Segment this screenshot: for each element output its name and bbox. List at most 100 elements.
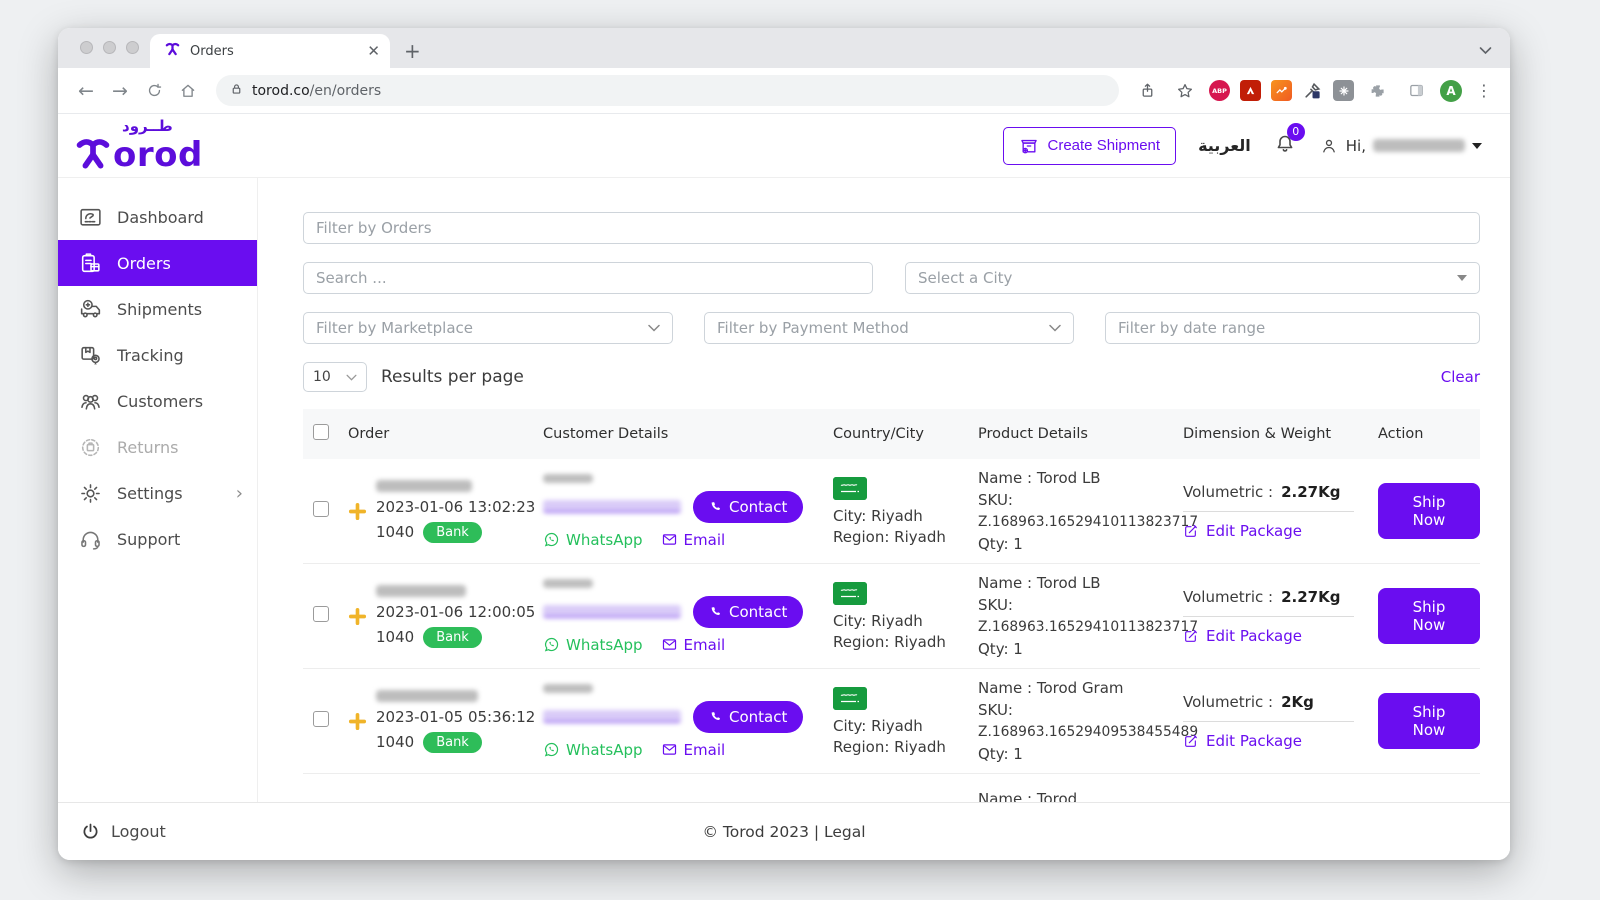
window-minimize-button[interactable] [103,41,116,54]
new-tab-button[interactable]: + [404,39,421,63]
filter-orders-input[interactable] [303,212,1480,244]
edit-pencil-icon [1185,629,1197,642]
share-icon[interactable] [1133,77,1161,105]
colorpicker-extension-icon[interactable] [1302,80,1323,101]
clear-filters-link[interactable]: Clear [1441,368,1480,386]
marketplace-select[interactable]: Filter by Marketplace [303,312,673,344]
bookmark-star-icon[interactable] [1171,77,1199,105]
results-per-page-select[interactable]: 10 [303,362,367,392]
ship-now-button[interactable]: Ship Now [1378,693,1480,749]
sidebar-item-tracking[interactable]: Tracking [58,332,257,378]
tab-list-chevron-icon[interactable] [1479,40,1492,59]
reload-button[interactable] [140,77,168,105]
search-input[interactable] [303,262,873,294]
edit-pencil-icon [1185,734,1197,747]
notifications-button[interactable]: 0 [1273,122,1305,160]
product-qty: Qty: 1 [978,639,1023,658]
envelope-icon [662,744,676,755]
redacted-order-number [376,584,466,597]
logo-word: orod [113,135,203,175]
row-checkbox[interactable] [313,501,329,517]
browser-tab[interactable]: Orders ✕ [150,34,390,68]
browser-tab-strip: Orders ✕ + [58,28,1510,68]
whatsapp-link[interactable]: WhatsApp [543,741,643,759]
edit-package-link[interactable]: Edit Package [1183,522,1354,540]
date-range-input[interactable] [1105,312,1480,344]
redacted-username [1373,139,1465,152]
email-link[interactable]: Email [661,531,725,549]
email-link[interactable]: Email [661,740,726,759]
sidebar-item-support[interactable]: Support [58,516,257,562]
sidepanel-icon[interactable] [1402,77,1430,105]
sidebar-item-returns[interactable]: Returns [58,424,257,470]
forward-button[interactable]: → [106,77,134,105]
logout-button[interactable]: Logout [58,821,258,842]
browser-toolbar: ← → torod.co/en/orders ABP A ⋮ [58,68,1510,114]
pdf-extension-icon[interactable] [1240,80,1261,101]
ship-now-button[interactable]: Ship Now [1378,588,1480,644]
product-name: Name : Torod LB [978,468,1101,487]
home-button[interactable] [174,77,202,105]
whatsapp-link[interactable]: WhatsApp [543,636,643,654]
edit-package-link[interactable]: Edit Package [1183,732,1354,750]
select-all-checkbox[interactable] [313,424,329,440]
tab-title: Orders [190,43,234,59]
product-sku: Z.168963.16529409538455489 [978,723,1199,740]
col-header-customer: Customer Details [543,426,669,442]
adblock-extension-icon[interactable]: ABP [1209,80,1230,101]
browser-menu-icon[interactable]: ⋮ [1472,81,1496,100]
window-maximize-button[interactable] [126,41,139,54]
headset-icon [81,531,100,550]
torod-logo[interactable]: طــرود orod [70,119,203,172]
create-shipment-button[interactable]: Create Shipment [1002,126,1177,165]
chevron-right-icon: › [235,482,243,504]
tab-close-icon[interactable]: ✕ [367,42,380,60]
contact-label: Contact [729,497,788,516]
window-close-button[interactable] [80,41,93,54]
edit-pencil-icon [1185,524,1197,537]
volumetric-label: Volumetric : [1183,587,1274,606]
torod-logo-mark-icon [76,139,110,169]
edit-package-link[interactable]: Edit Package [1183,627,1354,645]
product-qty: Qty: 1 [978,744,1023,763]
chart-extension-icon[interactable] [1271,80,1292,101]
email-label: Email [683,740,726,759]
table-row: 2023-01-06 12:00:05 1040 Bank Contact Wh… [303,564,1480,669]
sidebar-item-dashboard[interactable]: Dashboard [58,194,257,240]
app-footer: © Torod 2023 | Legal Logout [58,802,1510,860]
extensions-puzzle-icon[interactable] [1364,77,1392,105]
saudi-flag-icon [833,476,867,500]
order-city: City: Riyadh [833,506,923,525]
create-shipment-label: Create Shipment [1047,137,1161,154]
city-select[interactable]: Select a City [905,262,1480,294]
contact-button[interactable]: Contact [693,490,804,523]
back-button[interactable]: ← [72,77,100,105]
marketplace-source-icon [348,502,367,520]
user-menu[interactable]: Hi, [1319,136,1482,156]
language-switcher[interactable]: العربية [1198,136,1251,155]
sidebar-item-settings[interactable]: Settings › [58,470,257,516]
torod-favicon-icon [164,41,181,62]
product-name: Name : Torod LB [978,573,1101,592]
row-checkbox[interactable] [313,606,329,622]
contact-button[interactable]: Contact [693,700,804,733]
results-per-page-value: 10 [313,369,331,385]
sidebar-item-customers[interactable]: Customers [58,378,257,424]
url-bar[interactable]: torod.co/en/orders [216,75,1119,106]
chevron-down-icon [1457,275,1467,281]
phone-icon [711,712,720,721]
email-link[interactable]: Email [661,636,725,654]
payment-method-select[interactable]: Filter by Payment Method [704,312,1074,344]
order-date: 2023-01-06 12:00:05 [376,602,536,621]
redacted-order-number [376,689,478,702]
row-checkbox[interactable] [313,711,329,727]
browser-profile-avatar[interactable]: A [1440,79,1462,102]
ship-now-button[interactable]: Ship Now [1378,483,1480,539]
sidebar-label: Support [117,529,181,549]
url-text: torod.co/en/orders [252,83,381,99]
contact-button[interactable]: Contact [693,595,804,628]
whatsapp-link[interactable]: WhatsApp [543,531,643,549]
sidebar-item-shipments[interactable]: Shipments [58,286,257,332]
sidebar-item-orders[interactable]: Orders [58,240,257,286]
sprocket-extension-icon[interactable] [1333,80,1354,101]
